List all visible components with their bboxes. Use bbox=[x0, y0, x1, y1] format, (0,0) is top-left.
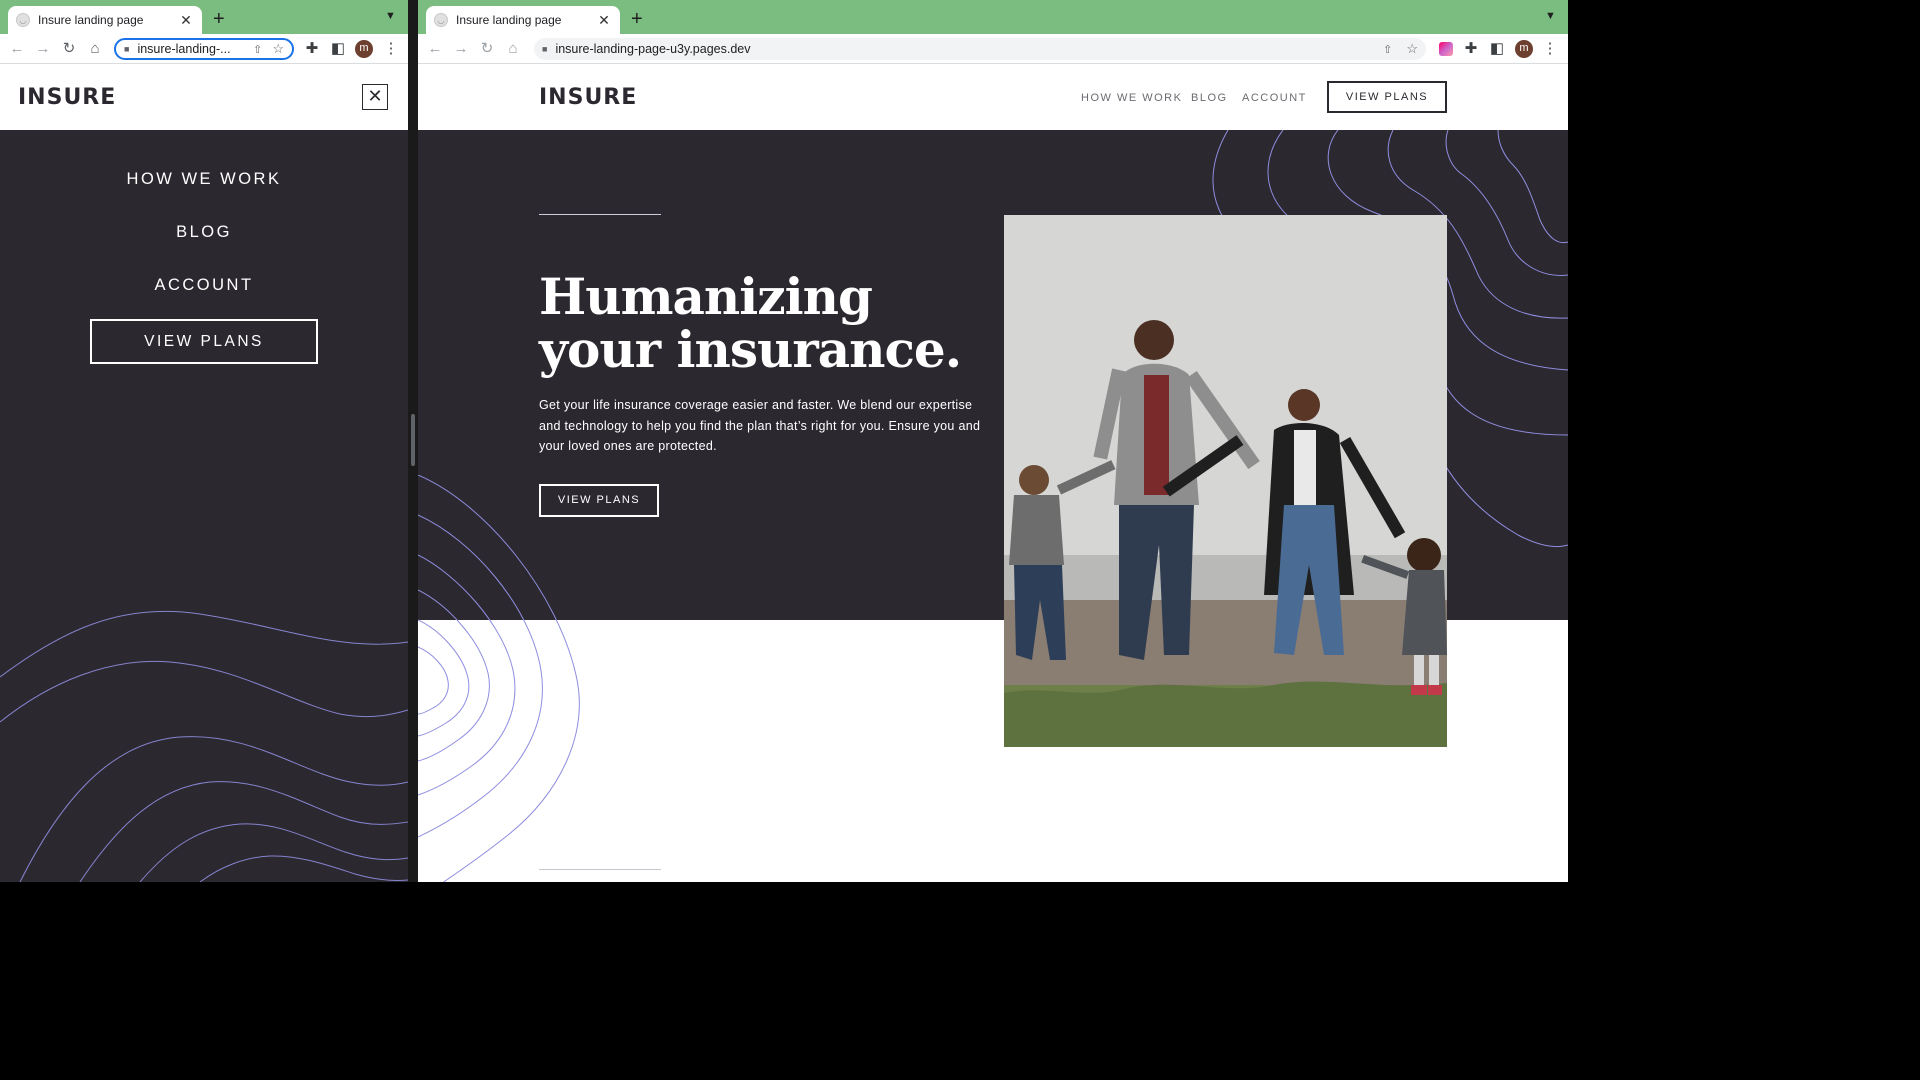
home-icon[interactable]: ⌂ bbox=[85, 39, 105, 59]
tab-title: Insure landing page bbox=[456, 13, 562, 27]
side-panel-icon[interactable]: ◧ bbox=[1487, 39, 1507, 59]
hero-title-line-2: your insurance. bbox=[539, 320, 962, 379]
url-text: insure-landing-... bbox=[137, 42, 231, 56]
hero-title-line-1: Humanizing bbox=[539, 267, 873, 326]
contour-pattern-decoration bbox=[418, 475, 580, 882]
profile-avatar[interactable]: m bbox=[1515, 40, 1533, 58]
side-panel-icon[interactable]: ◧ bbox=[328, 39, 348, 59]
star-icon[interactable]: ☆ bbox=[1406, 41, 1418, 57]
split-drag-handle[interactable] bbox=[411, 414, 415, 466]
tab-close-icon[interactable]: ✕ bbox=[178, 12, 194, 29]
reload-icon[interactable]: ↻ bbox=[59, 39, 79, 59]
section-divider bbox=[539, 869, 661, 870]
contour-pattern-decoration bbox=[0, 610, 408, 882]
extensions-puzzle-icon[interactable]: ✚ bbox=[1461, 39, 1481, 59]
new-tab-icon[interactable]: + bbox=[213, 9, 225, 29]
lock-icon: ■ bbox=[542, 44, 548, 54]
reload-icon[interactable]: ↻ bbox=[477, 39, 497, 59]
nav-link-how-we-work[interactable]: HOW WE WORK bbox=[1081, 92, 1182, 104]
family-walking-image bbox=[1004, 215, 1447, 747]
back-arrow-icon[interactable]: ← bbox=[425, 39, 445, 59]
nav-view-plans-button[interactable]: VIEW PLANS bbox=[1327, 81, 1447, 113]
color-extension-icon[interactable] bbox=[1439, 42, 1453, 56]
favicon-icon: ◡ bbox=[16, 13, 30, 27]
close-menu-icon[interactable]: ✕ bbox=[362, 84, 388, 110]
hero-description: Get your life insurance coverage easier … bbox=[539, 398, 981, 453]
share-icon[interactable]: ⇧ bbox=[253, 43, 262, 56]
extensions-puzzle-icon[interactable]: ✚ bbox=[302, 39, 322, 59]
family-photo bbox=[1004, 215, 1447, 747]
tab-search-chevron-icon[interactable]: ▼ bbox=[385, 10, 396, 22]
nav-link-account[interactable]: ACCOUNT bbox=[1242, 92, 1307, 104]
browser-window-right: ◡ Insure landing page ✕ + ▼ ← → ↻ ⌂ ■ in… bbox=[418, 0, 1568, 882]
star-icon[interactable]: ☆ bbox=[272, 41, 284, 57]
new-tab-icon[interactable]: + bbox=[631, 9, 643, 29]
profile-avatar[interactable]: m bbox=[355, 40, 373, 58]
tab-search-chevron-icon[interactable]: ▼ bbox=[1545, 10, 1556, 22]
browser-toolbar: ← → ↻ ⌂ ■ insure-landing-... ⇧ ☆ ✚ ◧ m ⋮ bbox=[0, 34, 408, 64]
share-icon[interactable]: ⇧ bbox=[1383, 43, 1392, 56]
hero-title: Humanizing your insurance. bbox=[539, 270, 999, 376]
page-viewport: INSURE HOW WE WORK BLOG ACCOUNT VIEW PLA… bbox=[418, 65, 1568, 882]
window-split-divider[interactable] bbox=[408, 0, 418, 882]
address-bar[interactable]: ■ insure-landing-page-u3y.pages.dev ⇧ ☆ bbox=[534, 38, 1426, 60]
site-logo[interactable]: INSURE bbox=[539, 85, 637, 110]
page-viewport: INSURE ✕ HOW WE WORK BLOG ACCOUNT VIEW P… bbox=[0, 65, 408, 882]
mobile-menu-overlay: HOW WE WORK BLOG ACCOUNT VIEW PLANS bbox=[0, 130, 408, 882]
tab-strip: ◡ Insure landing page ✕ + ▼ bbox=[418, 0, 1568, 34]
kebab-menu-icon[interactable]: ⋮ bbox=[381, 39, 401, 59]
browser-toolbar: ← → ↻ ⌂ ■ insure-landing-page-u3y.pages.… bbox=[418, 34, 1568, 64]
browser-tab[interactable]: ◡ Insure landing page ✕ bbox=[426, 6, 620, 34]
tab-title: Insure landing page bbox=[38, 13, 144, 27]
favicon-icon: ◡ bbox=[434, 13, 448, 27]
back-arrow-icon[interactable]: ← bbox=[7, 39, 27, 59]
tab-strip: ◡ Insure landing page ✕ + ▼ bbox=[0, 0, 408, 34]
tab-close-icon[interactable]: ✕ bbox=[596, 12, 612, 29]
hero-divider bbox=[539, 214, 661, 215]
home-icon[interactable]: ⌂ bbox=[503, 39, 523, 59]
menu-link-blog[interactable]: BLOG bbox=[0, 223, 408, 242]
browser-tab[interactable]: ◡ Insure landing page ✕ bbox=[8, 6, 202, 34]
forward-arrow-icon[interactable]: → bbox=[33, 39, 53, 59]
forward-arrow-icon[interactable]: → bbox=[451, 39, 471, 59]
url-text: insure-landing-page-u3y.pages.dev bbox=[555, 42, 751, 56]
menu-link-how-we-work[interactable]: HOW WE WORK bbox=[0, 170, 408, 189]
address-bar[interactable]: ■ insure-landing-... ⇧ ☆ bbox=[114, 38, 294, 60]
nav-link-blog[interactable]: BLOG bbox=[1191, 92, 1228, 104]
site-header: INSURE HOW WE WORK BLOG ACCOUNT VIEW PLA… bbox=[418, 65, 1568, 130]
view-plans-button[interactable]: VIEW PLANS bbox=[90, 319, 318, 364]
kebab-menu-icon[interactable]: ⋮ bbox=[1540, 39, 1560, 59]
lock-icon: ■ bbox=[124, 44, 130, 54]
site-logo[interactable]: INSURE bbox=[18, 85, 116, 110]
browser-window-left: ◡ Insure landing page ✕ + ▼ ← → ↻ ⌂ ■ in… bbox=[0, 0, 408, 882]
menu-link-account[interactable]: ACCOUNT bbox=[0, 276, 408, 295]
mobile-header: INSURE ✕ bbox=[0, 65, 408, 130]
